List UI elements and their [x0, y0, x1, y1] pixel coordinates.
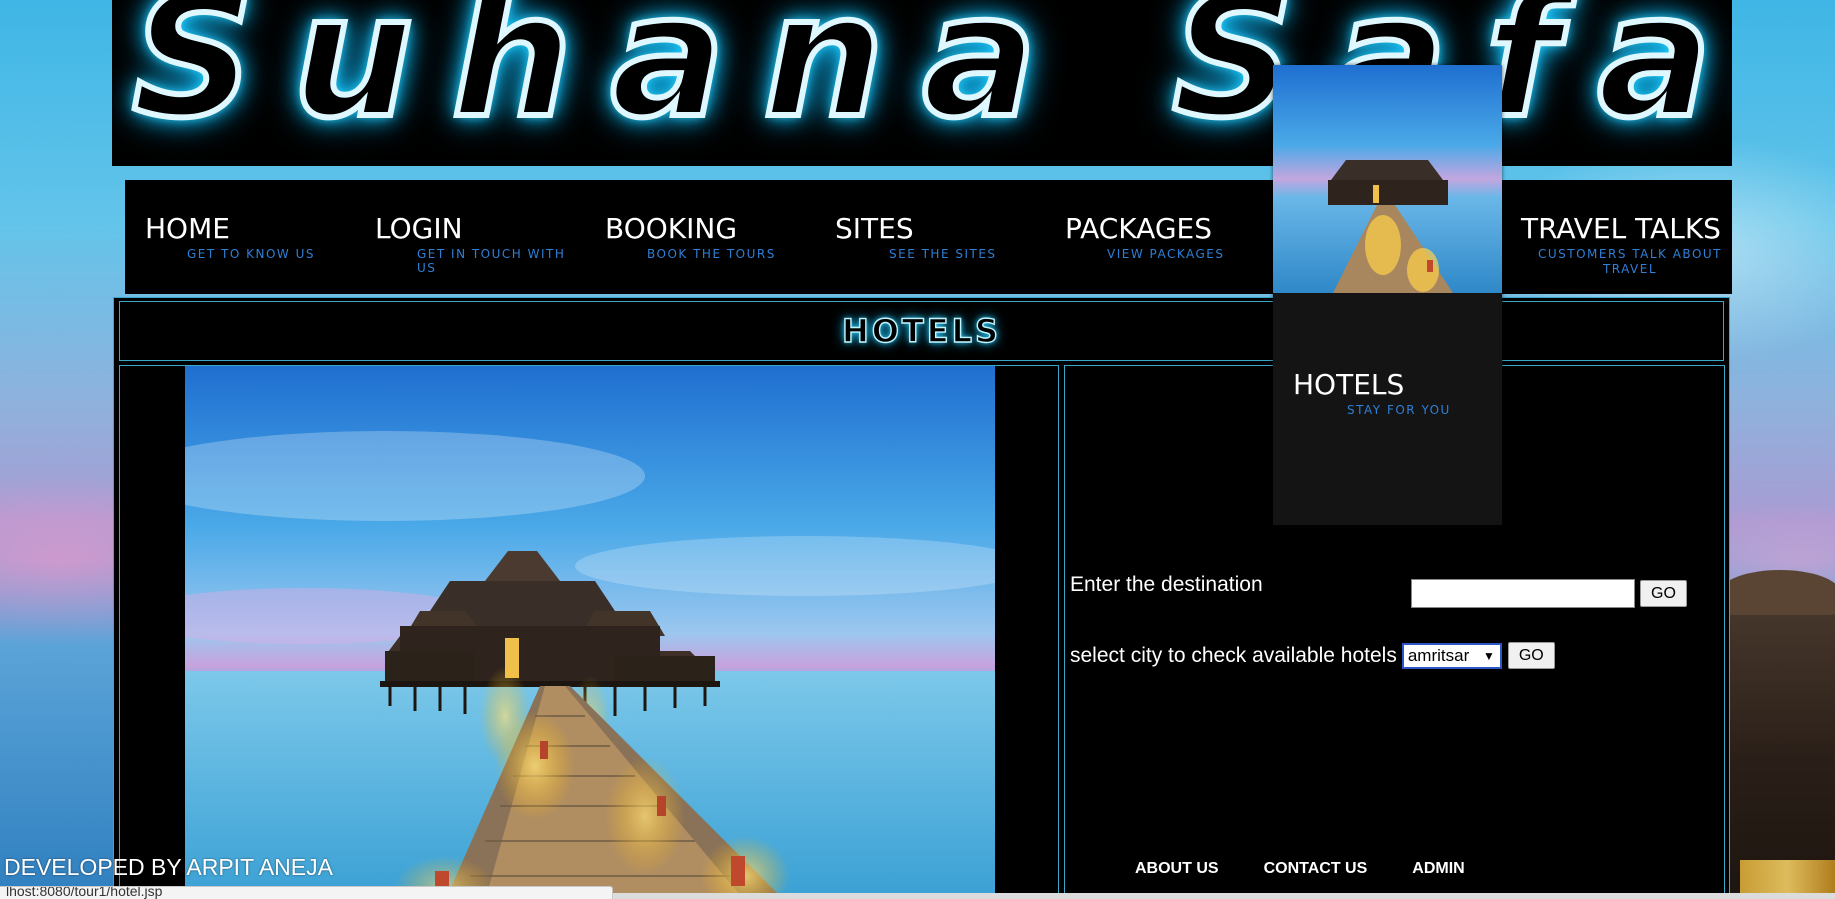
nav-item-sublabel: VIEW PACKAGES	[1107, 247, 1225, 261]
nav-item-sublabel: GET TO KNOW US	[187, 247, 315, 261]
nav-item-sublabel: CUSTOMERS TALK ABOUT TRAVEL	[1537, 247, 1723, 276]
destination-label: Enter the destination	[1070, 573, 1263, 596]
footer-link-about[interactable]: ABOUT US	[1135, 860, 1219, 878]
chevron-down-icon: ▼	[1482, 648, 1495, 663]
nav-dropdown-menu: HOTELS STAY FOR YOU	[1273, 65, 1502, 525]
nav-item-label: BOOKING	[605, 212, 738, 245]
developer-credit: DEVELOPED BY ARPIT ANEJA	[4, 854, 333, 880]
nav-item-label: TRAVEL TALKS	[1521, 212, 1721, 245]
nav-item-packages[interactable]: PACKAGES VIEW PACKAGES	[1065, 212, 1280, 261]
nav-item-label: PACKAGES	[1065, 212, 1212, 245]
browser-status-bar: lhost:8080/tour1/hotel.jsp	[0, 886, 613, 899]
footer-link-admin[interactable]: ADMIN	[1412, 860, 1464, 878]
nav-item-booking[interactable]: BOOKING BOOK THE TOURS	[605, 212, 820, 261]
city-selected-value: amritsar	[1407, 645, 1470, 665]
nav-item-label: LOGIN	[375, 212, 463, 245]
background-hut	[1720, 570, 1835, 899]
horizontal-scrollbar[interactable]	[613, 893, 1835, 899]
nav-item-sublabel: GET IN TOUCH WITH US	[417, 247, 566, 275]
destination-row: Enter the destination	[1070, 573, 1263, 597]
footer-links: ABOUT US CONTACT US ADMIN	[1135, 860, 1510, 878]
nav-item-travel-talks[interactable]: TRAVEL TALKS CUSTOMERS TALK ABOUT TRAVEL	[1521, 212, 1736, 277]
city-label: select city to check available hotels	[1070, 643, 1397, 667]
nav-item-hotels[interactable]: HOTELS STAY FOR YOU	[1293, 368, 1451, 417]
city-select[interactable]: amritsar ▼	[1401, 642, 1502, 669]
nav-item-label: SITES	[835, 212, 914, 245]
city-row: select city to check available hotels am…	[1070, 642, 1555, 669]
nav-item-sublabel: SEE THE SITES	[889, 247, 997, 261]
status-url: lhost:8080/tour1/hotel.jsp	[6, 886, 163, 899]
destination-input[interactable]	[1411, 579, 1635, 608]
nav-item-label: HOME	[145, 212, 230, 245]
nav-item-login[interactable]: LOGIN GET IN TOUCH WITH US	[375, 212, 590, 275]
dropdown-hotel-thumbnail	[1273, 65, 1502, 293]
nav-item-sublabel: STAY FOR YOU	[1347, 403, 1451, 417]
nav-item-label: HOTELS	[1293, 368, 1405, 401]
footer-link-contact[interactable]: CONTACT US	[1264, 860, 1368, 878]
nav-item-home[interactable]: HOME GET TO KNOW US	[145, 212, 360, 261]
nav-item-sublabel: BOOK THE TOURS	[647, 247, 776, 261]
city-go-button[interactable]: GO	[1507, 642, 1555, 669]
hotel-hero-image	[185, 366, 995, 899]
nav-item-sites[interactable]: SITES SEE THE SITES	[835, 212, 1050, 261]
left-panel	[119, 365, 1059, 899]
destination-go-button[interactable]: GO	[1640, 580, 1687, 607]
